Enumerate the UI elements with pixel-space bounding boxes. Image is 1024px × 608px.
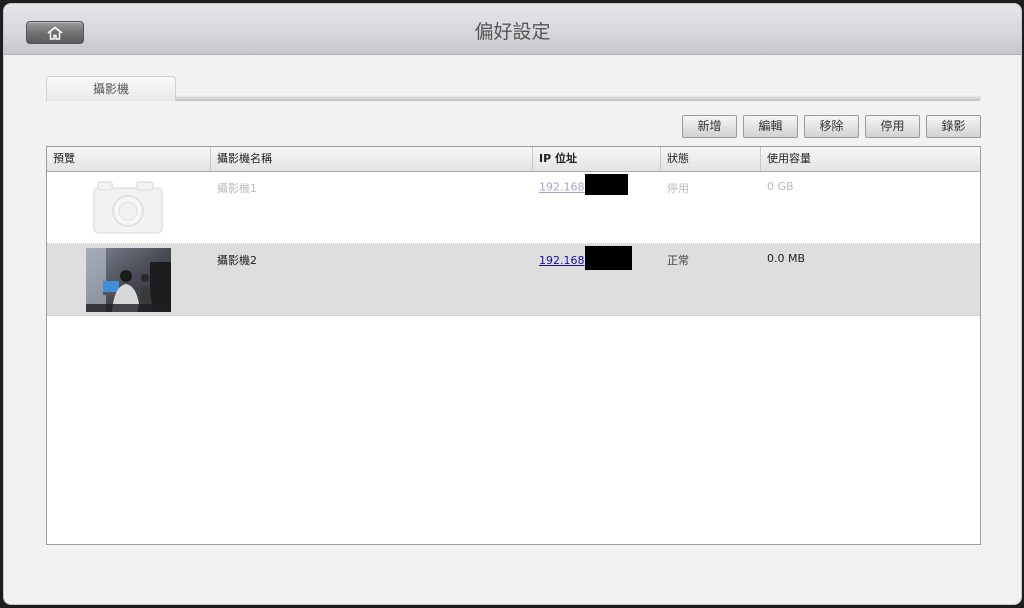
- camera-table: 預覽 攝影機名稱 IP 位址 狀態 使用容量 攝影機1 192.168 停用 0…: [46, 146, 981, 545]
- column-header-ip[interactable]: IP 位址: [533, 147, 661, 171]
- preview-cell: [47, 244, 211, 315]
- tab-bar: 攝影機: [46, 76, 981, 104]
- record-button[interactable]: 錄影: [926, 115, 981, 138]
- edit-button[interactable]: 編輯: [743, 115, 798, 138]
- ip-cell: 192.168: [533, 172, 661, 243]
- ip-cell: 192.168: [533, 244, 661, 315]
- column-header-usage[interactable]: 使用容量: [761, 147, 980, 171]
- status-text: 停用: [667, 182, 689, 195]
- disable-button[interactable]: 停用: [865, 115, 920, 138]
- remove-button[interactable]: 移除: [804, 115, 859, 138]
- camera-name: 攝影機1: [217, 182, 257, 195]
- table-row[interactable]: 攝影機2 192.168 正常 0.0 MB: [47, 244, 980, 316]
- title-bar: 偏好設定: [4, 4, 1021, 55]
- tab-cameras[interactable]: 攝影機: [46, 76, 176, 101]
- column-header-name[interactable]: 攝影機名稱: [211, 147, 533, 171]
- toolbar: 新增 編輯 移除 停用 錄影: [682, 115, 981, 138]
- page-title: 偏好設定: [474, 21, 551, 43]
- table-row[interactable]: 攝影機1 192.168 停用 0 GB: [47, 172, 980, 244]
- camera-placeholder-icon: [93, 181, 163, 234]
- ip-address-link[interactable]: 192.168: [539, 181, 585, 194]
- status-text: 正常: [667, 254, 689, 267]
- tab-bar-divider: [174, 94, 981, 101]
- redaction-block: [584, 246, 632, 270]
- usage-text: 0 GB: [767, 180, 794, 193]
- usage-text: 0.0 MB: [767, 252, 806, 265]
- column-header-preview[interactable]: 預覽: [47, 147, 211, 171]
- camera-snapshot-graphic: [86, 248, 171, 312]
- redaction-block: [584, 174, 628, 195]
- add-button[interactable]: 新增: [682, 115, 737, 138]
- column-header-status[interactable]: 狀態: [661, 147, 761, 171]
- ip-address-link[interactable]: 192.168: [539, 254, 585, 267]
- camera-name: 攝影機2: [217, 254, 257, 267]
- table-header: 預覽 攝影機名稱 IP 位址 狀態 使用容量: [47, 147, 980, 172]
- camera-snapshot: [86, 248, 171, 312]
- preview-cell: [47, 172, 211, 243]
- preferences-window: 偏好設定 攝影機 新增 編輯 移除 停用 錄影 預覽 攝影機名稱 IP 位址 狀…: [3, 3, 1022, 605]
